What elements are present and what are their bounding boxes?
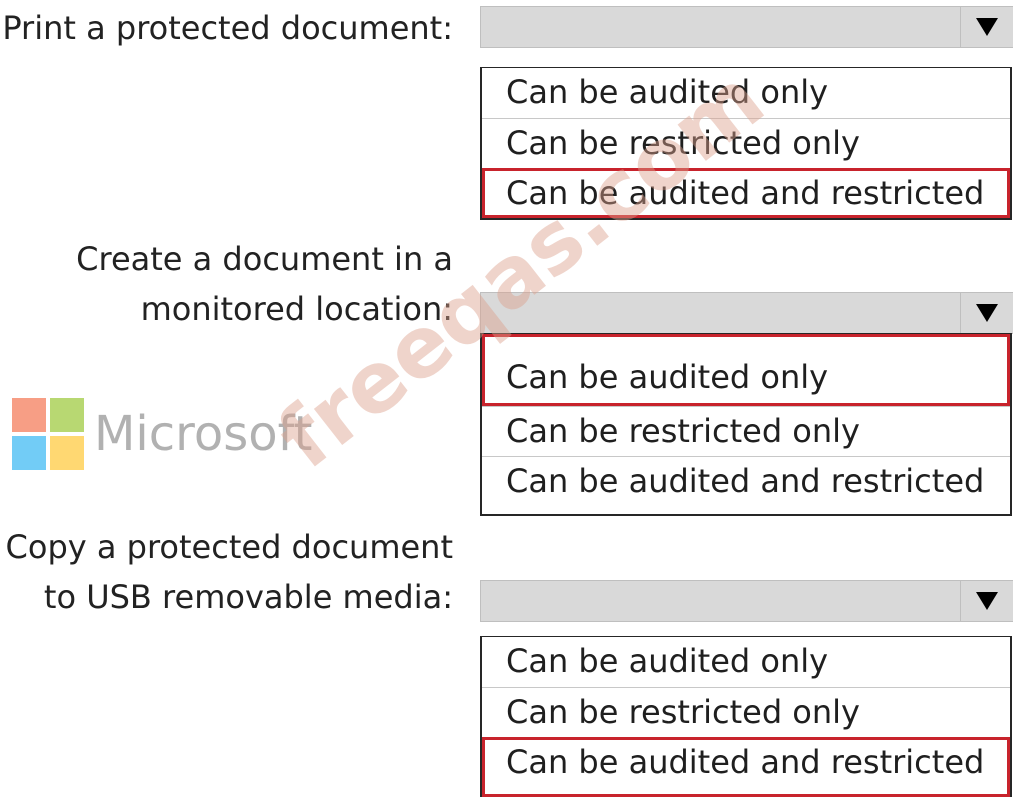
triangle-down-icon — [976, 18, 998, 36]
question-3-option-1[interactable]: Can be audited only — [482, 637, 1010, 687]
question-3-label-line-2: to USB removable media: — [43, 578, 453, 616]
question-2-option-1[interactable]: Can be audited only — [482, 334, 1010, 406]
microsoft-logo-icon — [12, 398, 84, 470]
question-2-label: Create a document in a monitored locatio… — [76, 234, 453, 334]
triangle-down-icon — [976, 592, 998, 610]
question-2-label-line-2: monitored location: — [140, 290, 453, 328]
question-2-dropdown[interactable] — [480, 292, 1013, 334]
question-1-option-3[interactable]: Can be audited and restricted — [482, 168, 1010, 218]
question-2-options: Can be audited only Can be restricted on… — [480, 333, 1012, 516]
question-1-label: Print a protected document: — [2, 3, 453, 53]
logo-square-green — [50, 398, 84, 432]
question-2-option-2[interactable]: Can be restricted only — [482, 406, 1010, 456]
logo-square-yellow — [50, 436, 84, 470]
question-1-options: Can be audited only Can be restricted on… — [480, 67, 1012, 220]
question-1-dropdown[interactable] — [480, 6, 1013, 48]
question-3-option-2[interactable]: Can be restricted only — [482, 687, 1010, 737]
logo-square-red — [12, 398, 46, 432]
question-3-options: Can be audited only Can be restricted on… — [480, 636, 1012, 797]
question-1-dropdown-toggle[interactable] — [960, 7, 1013, 47]
question-2-dropdown-toggle[interactable] — [960, 293, 1013, 333]
question-2-label-line-1: Create a document in a — [76, 240, 453, 278]
question-3-dropdown[interactable] — [480, 580, 1013, 622]
question-2-option-3[interactable]: Can be audited and restricted — [482, 456, 1010, 514]
question-3-dropdown-toggle[interactable] — [960, 581, 1013, 621]
microsoft-logo: Microsoft — [12, 398, 312, 470]
question-1-option-1[interactable]: Can be audited only — [482, 68, 1010, 118]
question-1-option-2[interactable]: Can be restricted only — [482, 118, 1010, 168]
question-1-label-line-1: Print a protected document: — [2, 9, 453, 47]
question-3-label-line-1: Copy a protected document — [5, 528, 453, 566]
logo-square-blue — [12, 436, 46, 470]
microsoft-logo-text: Microsoft — [94, 406, 313, 462]
question-3-option-3[interactable]: Can be audited and restricted — [482, 737, 1010, 797]
question-3-label: Copy a protected document to USB removab… — [6, 522, 453, 622]
triangle-down-icon — [976, 304, 998, 322]
